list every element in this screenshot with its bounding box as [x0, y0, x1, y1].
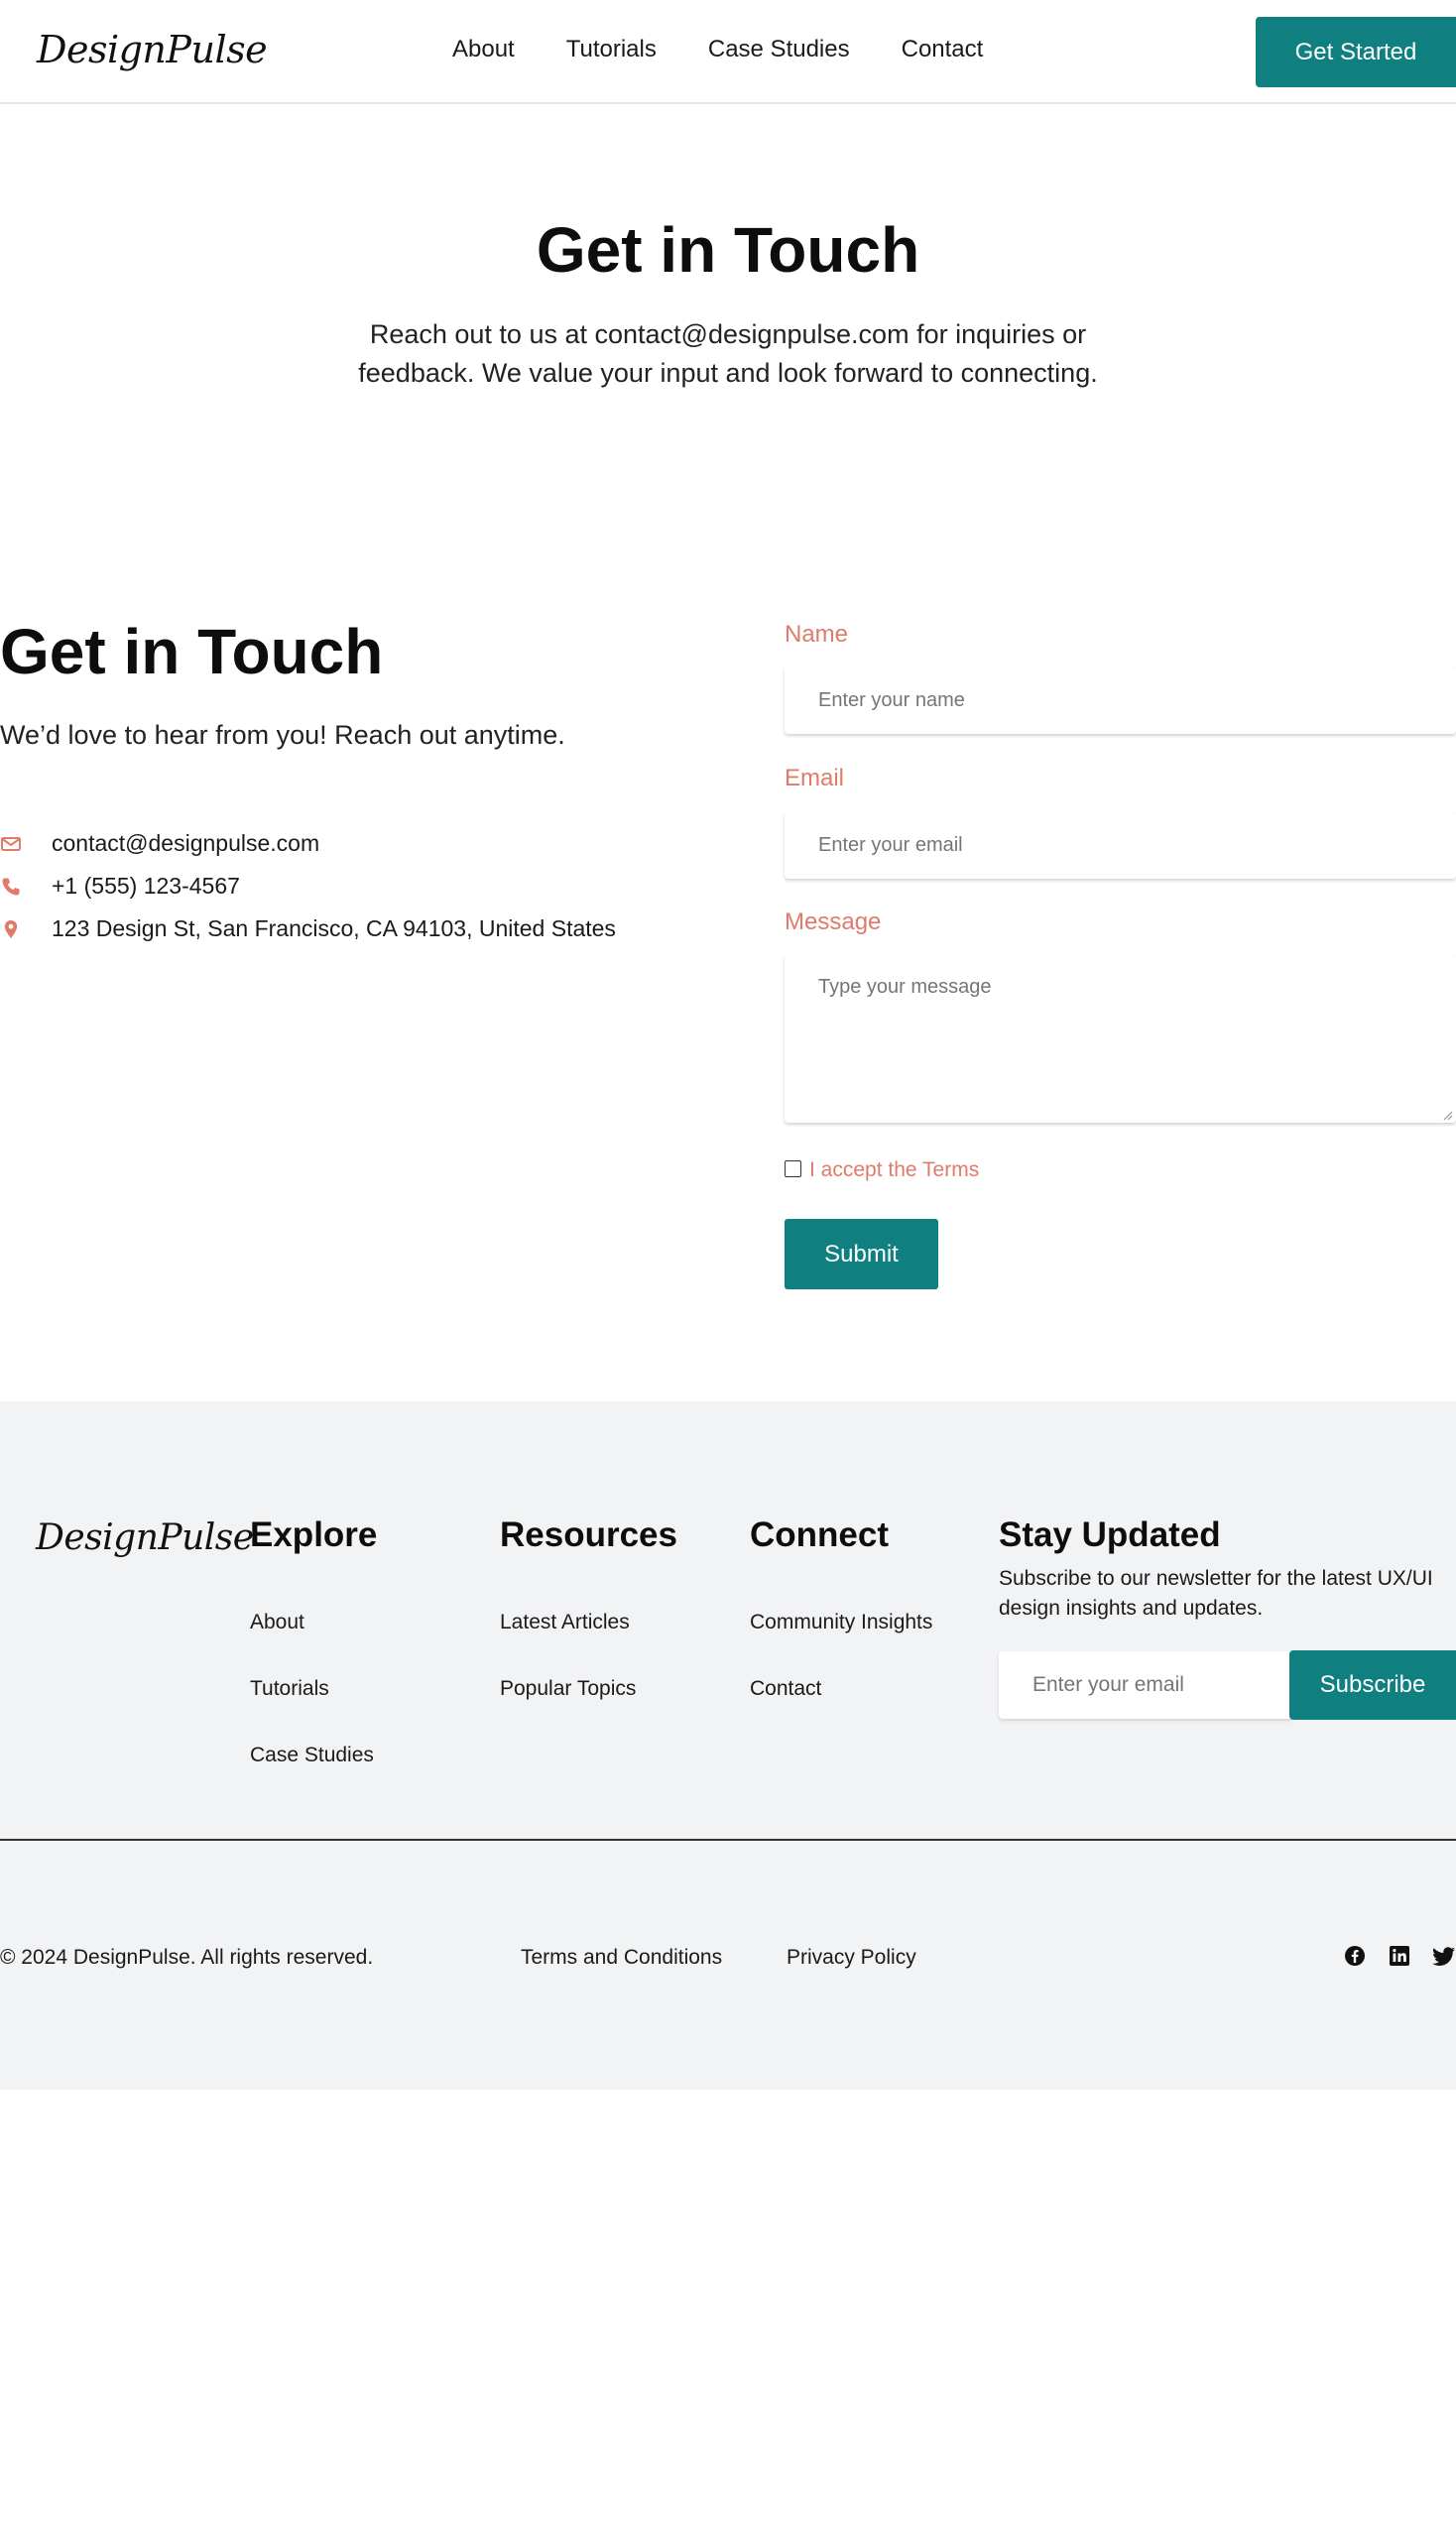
footer-link-community-insights[interactable]: Community Insights — [750, 1611, 932, 1634]
terms-checkbox[interactable] — [785, 1160, 801, 1177]
footer-explore-title: Explore — [250, 1515, 378, 1554]
nav-contact[interactable]: Contact — [902, 36, 984, 63]
get-started-button[interactable]: Get Started — [1256, 17, 1456, 87]
hero-subtitle: Reach out to us at contact@designpulse.c… — [358, 319, 1098, 388]
email-label: Email — [785, 765, 845, 791]
email-field[interactable] — [785, 811, 1456, 879]
footer-divider — [0, 1839, 1456, 1841]
footer-logo[interactable]: DesignPulse — [36, 1517, 254, 1558]
message-label: Message — [785, 908, 882, 935]
footer-link-latest-articles[interactable]: Latest Articles — [500, 1611, 630, 1634]
footer-link-tutorials[interactable]: Tutorials — [250, 1677, 329, 1701]
subscribe-button[interactable]: Subscribe — [1289, 1650, 1456, 1720]
name-label: Name — [785, 621, 849, 648]
footer-connect-title: Connect — [750, 1515, 889, 1554]
name-field[interactable] — [785, 666, 1456, 734]
linkedin-icon[interactable] — [1388, 1944, 1411, 1968]
envelope-icon — [0, 833, 22, 855]
facebook-icon[interactable] — [1343, 1944, 1367, 1968]
contact-phone-row: +1 (555) 123-4567 — [0, 873, 240, 900]
main-nav: About Tutorials Case Studies Contact — [452, 36, 983, 63]
footer-newsletter-subtitle: Subscribe to our newsletter for the late… — [999, 1567, 1433, 1620]
terms-label[interactable]: I accept the Terms — [809, 1158, 979, 1182]
footer-link-popular-topics[interactable]: Popular Topics — [500, 1677, 636, 1701]
site-header: DesignPulse About Tutorials Case Studies… — [0, 0, 1456, 104]
nav-tutorials[interactable]: Tutorials — [566, 36, 657, 63]
phone-icon — [0, 876, 22, 898]
contact-subtitle: We’d love to hear from you! Reach out an… — [0, 720, 565, 750]
footer-link-contact[interactable]: Contact — [750, 1677, 821, 1701]
footer-resources-title: Resources — [500, 1515, 677, 1554]
contact-email-row: contact@designpulse.com — [0, 830, 319, 857]
contact-address-row: 123 Design St, San Francisco, CA 94103, … — [0, 915, 616, 942]
message-field[interactable] — [785, 954, 1456, 1123]
twitter-icon[interactable] — [1432, 1944, 1456, 1968]
contact-title: Get in Touch — [0, 616, 384, 687]
contact-phone[interactable]: +1 (555) 123-4567 — [52, 873, 240, 900]
footer-link-case-studies[interactable]: Case Studies — [250, 1744, 374, 1767]
contact-address: 123 Design St, San Francisco, CA 94103, … — [52, 915, 616, 941]
hero-title: Get in Touch — [536, 214, 920, 286]
nav-about[interactable]: About — [452, 36, 515, 63]
resize-handle[interactable] — [1441, 1109, 1453, 1121]
footer-link-about[interactable]: About — [250, 1611, 304, 1634]
footer-newsletter-title: Stay Updated — [999, 1515, 1221, 1554]
newsletter-email-input[interactable] — [999, 1651, 1291, 1719]
nav-case-studies[interactable]: Case Studies — [708, 36, 850, 63]
privacy-link[interactable]: Privacy Policy — [787, 1946, 916, 1970]
map-pin-icon — [0, 918, 22, 940]
site-footer: DesignPulse Explore About Tutorials Case… — [0, 1401, 1456, 2090]
contact-email[interactable]: contact@designpulse.com — [52, 830, 319, 857]
terms-link[interactable]: Terms and Conditions — [521, 1946, 722, 1970]
copyright: © 2024 DesignPulse. All rights reserved. — [0, 1946, 374, 1969]
logo[interactable]: DesignPulse — [37, 28, 268, 71]
submit-button[interactable]: Submit — [785, 1219, 938, 1289]
